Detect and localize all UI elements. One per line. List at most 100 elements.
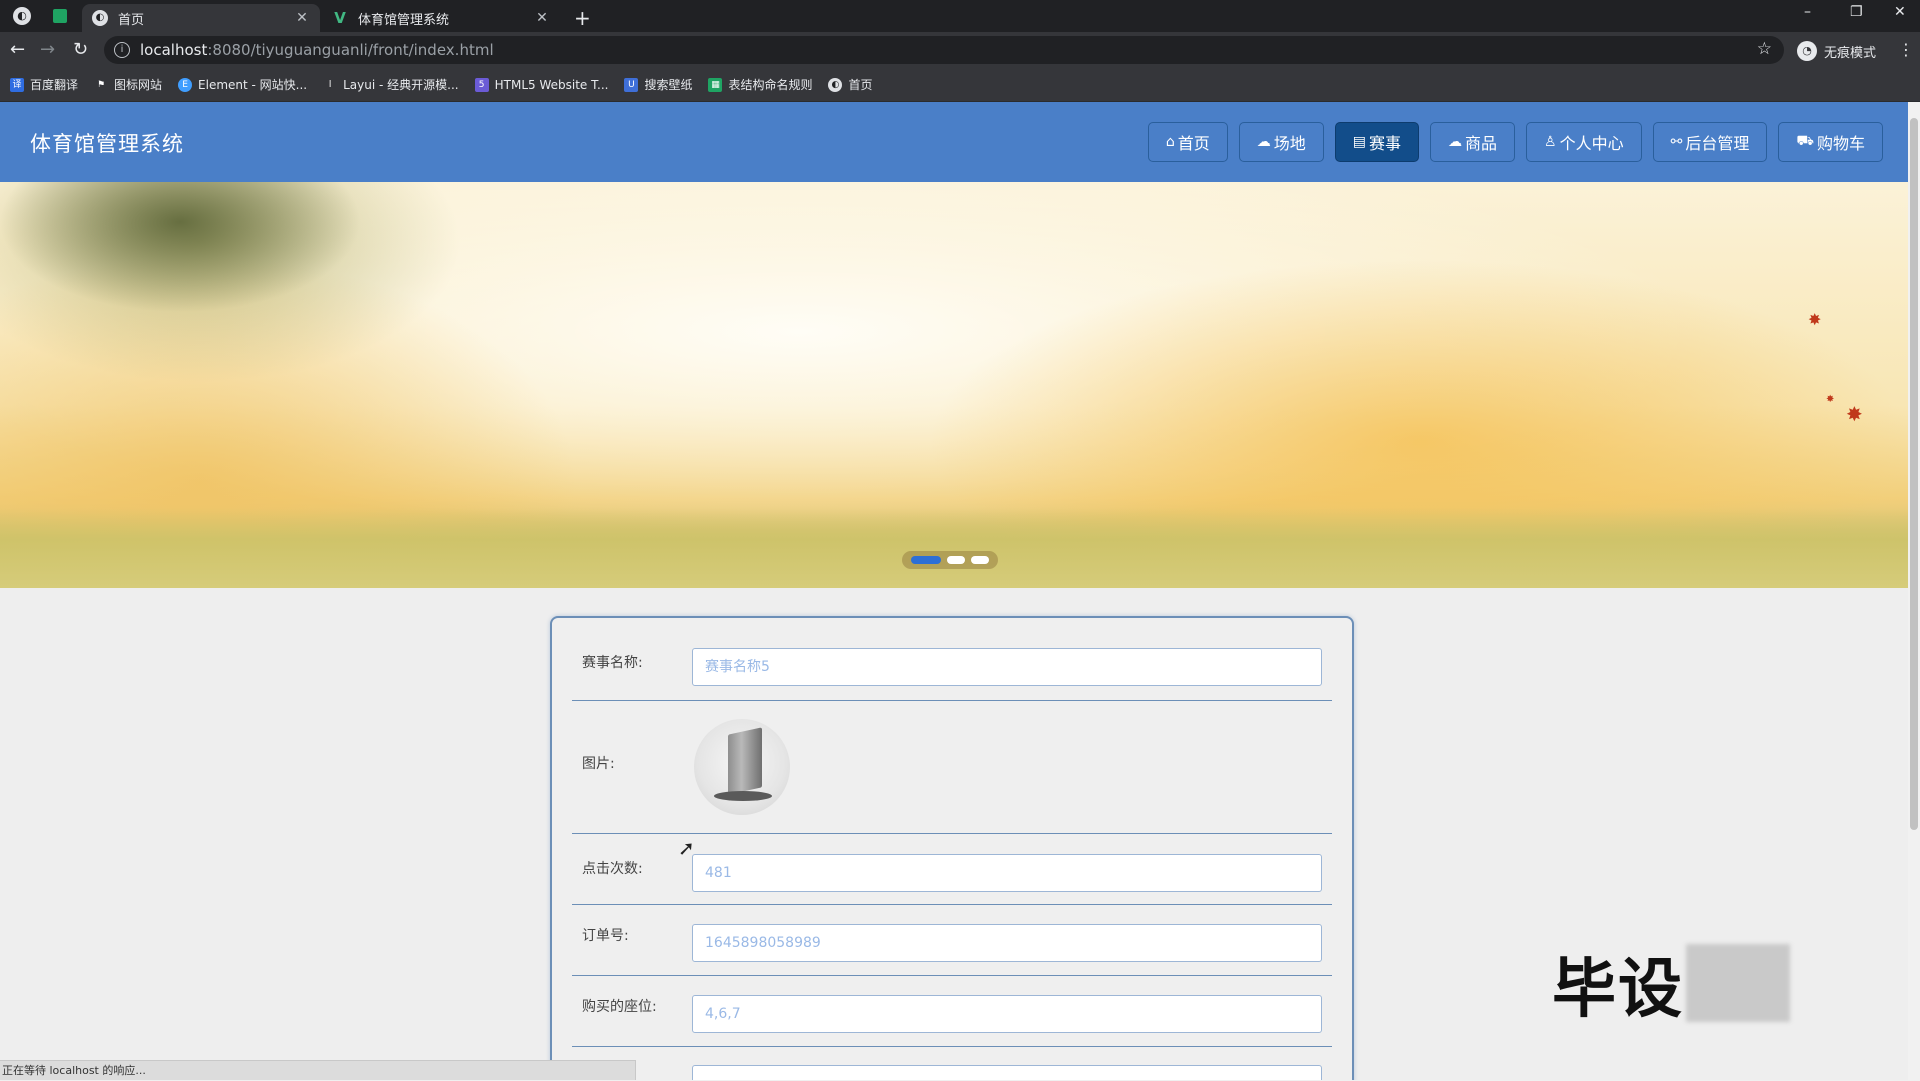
more-menu-icon[interactable]: ⋮ — [1898, 40, 1914, 59]
site-header: 体育馆管理系统 ⌂ 首页 ☁ 场地 ▤ 赛事 ☁ 商品 ♙ 个人中心 ⚯ 后台管… — [0, 102, 1908, 182]
mouse-cursor-icon: ➚ — [678, 836, 695, 860]
incognito-label[interactable]: 无痕模式 — [1824, 42, 1876, 61]
event-detail-card: 赛事名称: 赛事名称5 图片: 点击次数: 481 订单号: 164589805… — [550, 616, 1354, 1080]
layui-icon: l — [328, 79, 332, 90]
html5-icon: 5 — [474, 77, 489, 92]
vue-icon: V — [334, 9, 346, 27]
carousel-dot[interactable] — [947, 556, 965, 564]
watermark-text: 毕设 — [1552, 953, 1684, 1027]
sheet-icon: ▦ — [708, 77, 723, 92]
row-seats: 购买的座位: 4,6,7 — [572, 976, 1332, 1047]
bookmark-star-icon[interactable]: ☆ — [1757, 39, 1772, 59]
nav-venue[interactable]: ☁ 场地 — [1238, 122, 1324, 162]
bookmark-element[interactable]: E Element - 网站快... — [178, 76, 307, 93]
tab-title: 首页 — [118, 12, 145, 28]
clicks-label: 点击次数: — [582, 861, 643, 877]
main-nav: ⌂ 首页 ☁ 场地 ▤ 赛事 ☁ 商品 ♙ 个人中心 ⚯ 后台管理 ⛟ 购物车 — [1137, 122, 1883, 162]
nav-home[interactable]: ⌂ 首页 — [1147, 122, 1228, 162]
close-icon[interactable]: ✕ — [294, 10, 310, 26]
nav-label: 场地 — [1273, 134, 1306, 153]
browser-status-bar: 正在等待 localhost 的响应... — [0, 1060, 636, 1080]
carousel-dot[interactable] — [911, 556, 941, 564]
browser-menu-icon[interactable]: ◐ — [13, 7, 31, 25]
nav-label: 首页 — [1177, 134, 1210, 153]
bookmark-home[interactable]: ◐ 首页 — [828, 76, 873, 93]
nav-cart[interactable]: ⛟ 购物车 — [1778, 122, 1883, 162]
info-icon[interactable]: i — [114, 42, 130, 58]
maple-leaf-icon: ✸ — [1808, 310, 1822, 329]
restore-icon[interactable]: ❐ — [1850, 4, 1863, 20]
blurred-watermark-region — [1686, 944, 1790, 1022]
bookmark-html5[interactable]: 5 HTML5 Website T... — [474, 77, 609, 92]
link-icon: ⚯ — [1670, 134, 1683, 150]
order-number-field[interactable]: 1645898058989 — [692, 924, 1322, 962]
tab-title: 体育馆管理系统 — [358, 12, 450, 28]
tab-gym-system[interactable]: V 体育馆管理系统 ✕ — [322, 4, 560, 32]
new-tab-icon[interactable]: + — [574, 6, 591, 30]
row-event-name: 赛事名称: 赛事名称5 — [572, 618, 1332, 701]
row-image: 图片: — [572, 701, 1332, 834]
event-name-label: 赛事名称: — [582, 655, 643, 671]
bookmark-icon-site[interactable]: ⚑ 图标网站 — [94, 76, 162, 93]
close-icon[interactable]: ✕ — [534, 10, 550, 26]
laptop-picture — [728, 727, 762, 795]
cart-icon: ⛟ — [1796, 133, 1814, 149]
goods-icon: ☁ — [1448, 134, 1463, 150]
bookmark-label: 搜索壁纸 — [644, 78, 693, 92]
image-label: 图片: — [582, 756, 615, 772]
nav-label: 后台管理 — [1685, 134, 1750, 153]
forward-arrow-icon[interactable]: → — [40, 39, 55, 60]
bookmark-label: 图标网站 — [114, 78, 163, 92]
incognito-icon[interactable]: ◔ — [1797, 41, 1817, 61]
browser-tab-bar: ◐ ◐ 首页 ✕ V 体育馆管理系统 ✕ + – ❐ ✕ — [0, 0, 1920, 32]
seats-label: 购买的座位: — [582, 999, 657, 1015]
carousel-dot[interactable] — [971, 556, 989, 564]
element-icon: E — [178, 77, 193, 92]
nav-events[interactable]: ▤ 赛事 — [1334, 122, 1420, 162]
url-host: localhost — [140, 41, 208, 59]
next-field[interactable] — [692, 1065, 1322, 1080]
seats-field[interactable]: 4,6,7 — [692, 995, 1322, 1033]
banner-grass — [0, 508, 1908, 588]
nav-label: 商品 — [1465, 134, 1498, 153]
laptop-base — [714, 791, 772, 801]
bookmark-baidu-translate[interactable]: 译 百度翻译 — [10, 76, 78, 93]
bookmark-label: 首页 — [848, 78, 873, 92]
order-number-label: 订单号: — [582, 928, 629, 944]
browser-toolbar: ← → ↻ i localhost:8080/tiyuguanguanli/fr… — [0, 32, 1920, 68]
reload-icon[interactable]: ↻ — [73, 39, 88, 60]
clicks-field[interactable]: 481 — [692, 854, 1322, 892]
event-name-field[interactable]: 赛事名称5 — [692, 648, 1322, 686]
globe-icon: ◐ — [92, 10, 108, 26]
minimize-icon[interactable]: – — [1804, 4, 1811, 20]
bookmark-label: 百度翻译 — [30, 78, 79, 92]
user-icon: ♙ — [1544, 134, 1557, 150]
venue-icon: ☁ — [1256, 134, 1271, 150]
translate-icon: 译 — [10, 77, 24, 92]
bookmark-label: HTML5 Website T... — [494, 77, 609, 92]
globe-icon: ◐ — [828, 77, 843, 92]
scrollbar-thumb[interactable] — [1910, 118, 1918, 830]
address-bar[interactable]: i localhost:8080/tiyuguanguanli/front/in… — [104, 36, 1784, 64]
event-image — [694, 719, 790, 815]
bookmark-naming-rules[interactable]: ▦ 表结构命名规则 — [708, 76, 812, 93]
bookmark-label: Element - 网站快... — [198, 78, 308, 92]
wallpaper-icon: U — [624, 77, 639, 92]
window-close-icon[interactable]: ✕ — [1894, 4, 1906, 20]
nav-admin[interactable]: ⚯ 后台管理 — [1652, 122, 1768, 162]
nav-goods[interactable]: ☁ 商品 — [1430, 122, 1516, 162]
site-title: 体育馆管理系统 — [30, 132, 184, 156]
bookmark-layui[interactable]: l Layui - 经典开源模... — [323, 76, 459, 93]
pinned-tab-icon[interactable] — [53, 9, 67, 23]
nav-label: 赛事 — [1369, 134, 1402, 153]
carousel-banner[interactable]: ✸ ✸ ✸ — [0, 182, 1908, 588]
nav-profile[interactable]: ♙ 个人中心 — [1526, 122, 1642, 162]
row-order-number: 订单号: 1645898058989 — [572, 905, 1332, 976]
tab-home[interactable]: ◐ 首页 ✕ — [82, 4, 320, 32]
back-arrow-icon[interactable]: ← — [10, 39, 25, 60]
flag-icon: ⚑ — [96, 79, 106, 90]
bookmark-wallpaper[interactable]: U 搜索壁纸 — [624, 76, 692, 93]
bookmark-label: 表结构命名规则 — [728, 78, 813, 92]
nav-label: 个人中心 — [1559, 134, 1624, 153]
row-next — [572, 1047, 1332, 1080]
